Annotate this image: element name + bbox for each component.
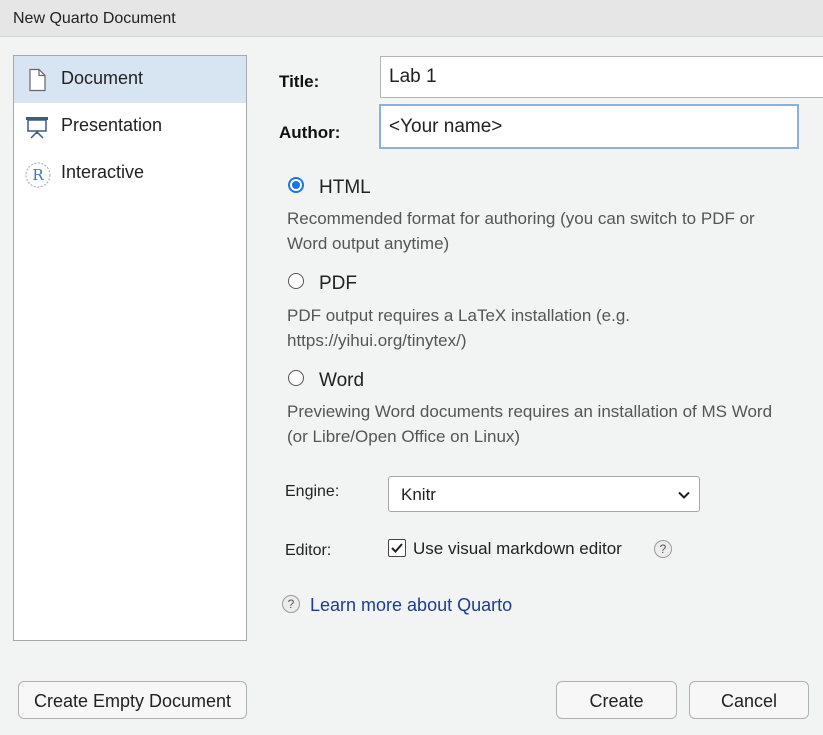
editor-label: Editor: <box>285 542 332 559</box>
sidebar-item-presentation[interactable]: Presentation <box>14 103 246 150</box>
chevron-down-icon <box>677 488 691 502</box>
help-icon[interactable]: ? <box>654 540 672 558</box>
sidebar-item-label: Presentation <box>61 115 163 135</box>
sidebar-item-document[interactable]: Document <box>14 56 246 103</box>
presentation-icon <box>25 115 49 139</box>
create-button[interactable]: Create <box>556 681 677 719</box>
visual-editor-label: Use visual markdown editor <box>413 539 622 558</box>
engine-value: Knitr <box>401 485 436 504</box>
cancel-button[interactable]: Cancel <box>689 681 809 719</box>
html-description: Recommended format for authoring (you ca… <box>287 209 755 253</box>
window-titlebar: New Quarto Document <box>0 0 823 37</box>
pdf-description: PDF output requires a LaTeX installation… <box>287 306 631 350</box>
template-type-list: Document Presentation R Interactive <box>13 55 247 641</box>
help-icon: ? <box>282 595 300 613</box>
author-input[interactable] <box>379 104 799 149</box>
author-label: Author: <box>279 123 341 142</box>
sidebar-item-interactive[interactable]: R Interactive <box>14 150 246 197</box>
r-logo-icon: R <box>25 162 51 188</box>
engine-label: Engine: <box>285 483 340 500</box>
sidebar-item-label: Interactive <box>61 162 145 182</box>
document-icon <box>25 68 49 92</box>
visual-editor-checkbox[interactable] <box>388 539 406 557</box>
pdf-radio[interactable] <box>288 273 304 289</box>
engine-select[interactable]: Knitr <box>388 476 700 512</box>
html-radio[interactable] <box>288 177 304 193</box>
window-title: New Quarto Document <box>13 10 176 27</box>
html-radio-label: HTML <box>319 177 371 198</box>
pdf-radio-label: PDF <box>319 273 357 294</box>
word-radio-label: Word <box>319 370 365 391</box>
sidebar-item-label: Document <box>61 68 144 88</box>
title-label: Title: <box>279 72 320 91</box>
learn-more-link[interactable]: Learn more about Quarto <box>310 595 512 616</box>
word-radio[interactable] <box>288 370 304 386</box>
title-input[interactable] <box>380 56 823 98</box>
svg-text:R: R <box>32 166 44 184</box>
checkmark-icon <box>391 543 403 553</box>
word-description: Previewing Word documents requires an in… <box>287 402 773 446</box>
create-empty-document-button[interactable]: Create Empty Document <box>18 681 247 719</box>
